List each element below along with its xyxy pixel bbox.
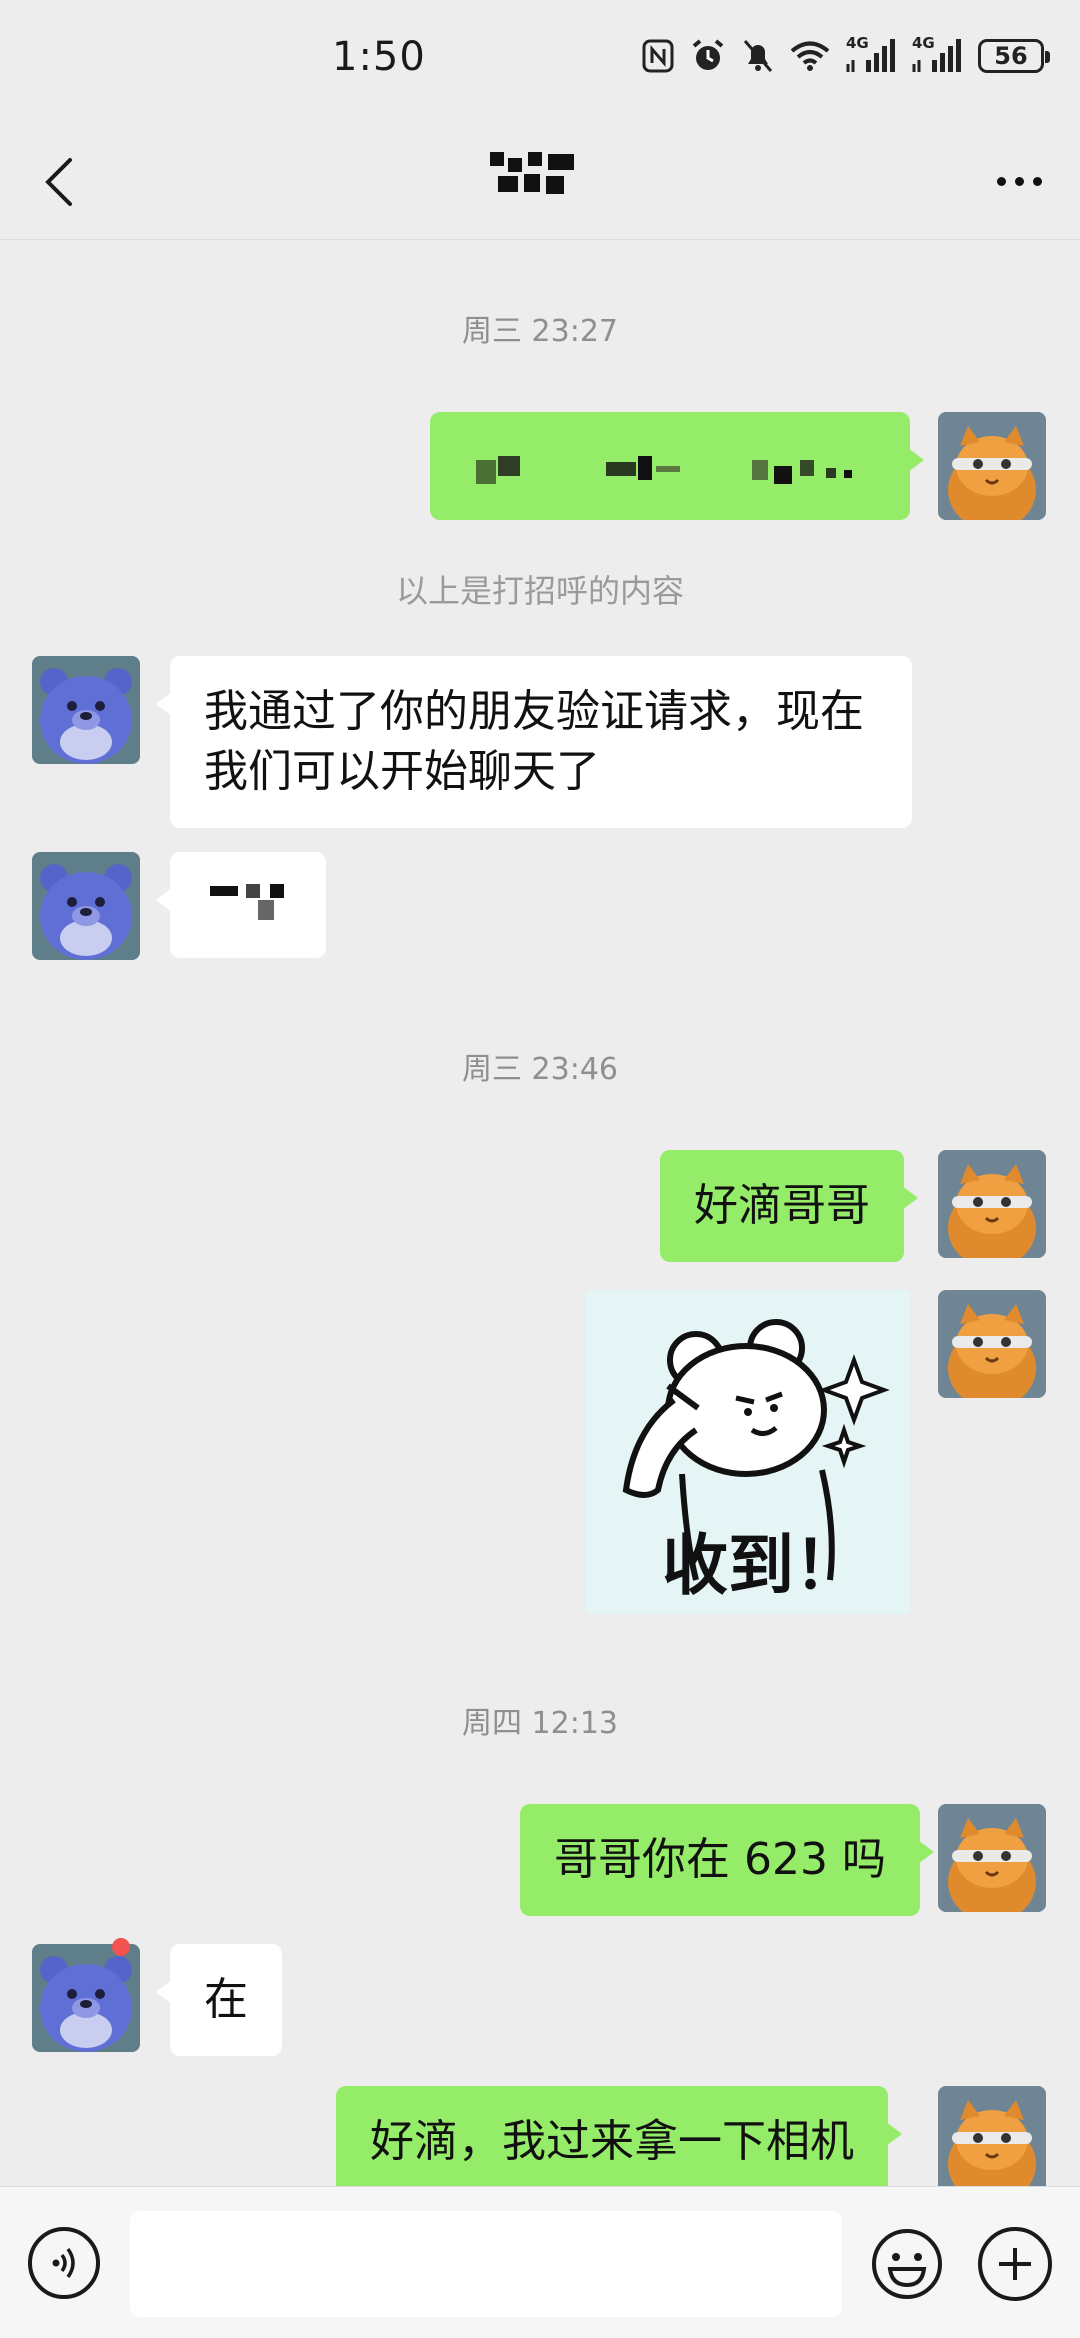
cat-avatar-icon — [938, 1150, 1046, 1258]
censored-text — [210, 884, 284, 920]
message-bubble[interactable]: 好滴，我过来拿一下相机 — [336, 2086, 902, 2198]
my-avatar[interactable] — [938, 1804, 1046, 1912]
my-avatar[interactable] — [938, 2086, 1046, 2186]
message-bubble-censored[interactable] — [430, 412, 924, 520]
nfc-icon — [642, 39, 674, 73]
plus-button[interactable] — [978, 2227, 1052, 2301]
wifi-icon — [790, 41, 830, 71]
cat-avatar-icon — [938, 2086, 1046, 2186]
emoji-button[interactable] — [870, 2227, 944, 2301]
bear-avatar-icon — [32, 852, 140, 960]
message-bubble[interactable]: 好滴哥哥 — [660, 1150, 918, 1262]
timestamp: 周四 12:13 — [462, 1706, 618, 1741]
signal-2-icon: 4G — [912, 34, 962, 74]
my-avatar[interactable] — [938, 1290, 1046, 1398]
back-button[interactable] — [26, 146, 96, 216]
contact-avatar[interactable] — [32, 656, 140, 764]
sticker-message[interactable]: 收到！ — [586, 1290, 910, 1614]
voice-button[interactable] — [28, 2227, 100, 2299]
status-time: 1:50 — [332, 34, 426, 80]
signal-1-icon: 4G — [846, 34, 896, 74]
more-dot — [996, 176, 1006, 186]
my-avatar[interactable] — [938, 412, 1046, 520]
alarm-icon — [692, 39, 724, 70]
cat-avatar-icon — [938, 1804, 1046, 1912]
network-type-2: 4G — [912, 34, 935, 52]
censored-text — [476, 456, 852, 484]
more-dot — [1014, 176, 1024, 186]
status-icons: 4G 4G 56 — [642, 34, 1050, 74]
timestamp: 周三 23:27 — [462, 314, 618, 349]
contact-name-censored — [490, 152, 574, 194]
plus-icon — [999, 2248, 1031, 2280]
contact-avatar[interactable] — [32, 852, 140, 960]
unread-dot — [112, 1938, 130, 1956]
battery-indicator: 56 — [978, 39, 1050, 73]
voice-icon — [52, 2247, 75, 2279]
bear-avatar-icon — [32, 656, 140, 764]
message-bubble[interactable]: 在 — [156, 1944, 282, 2056]
more-dot — [1032, 176, 1042, 186]
message-input[interactable] — [130, 2211, 842, 2317]
message-bubble-censored[interactable] — [156, 852, 326, 958]
emoji-icon — [872, 2229, 942, 2299]
timestamp: 周三 23:46 — [462, 1052, 618, 1087]
system-note: 以上是打招呼的内容 — [395, 572, 684, 610]
chevron-left-icon — [45, 158, 72, 206]
message-bubble[interactable]: 哥哥你在 623 吗 — [520, 1804, 934, 1916]
bear-avatar-icon — [32, 1944, 140, 2052]
cat-avatar-icon — [938, 1290, 1046, 1398]
status-bar: 1:50 4G 4G 56 — [0, 0, 1080, 120]
network-type-1: 4G — [846, 34, 869, 52]
sticker-caption: 收到！ — [662, 1527, 860, 1604]
contact-avatar[interactable] — [32, 1938, 140, 2052]
message-bubble[interactable]: 我通过了你的朋友验证请求，现在我们可以开始聊天了 — [156, 656, 912, 828]
input-bar — [0, 2186, 1080, 2338]
my-avatar[interactable] — [938, 1150, 1046, 1258]
cat-avatar-icon — [938, 412, 1046, 520]
more-button[interactable] — [984, 146, 1054, 216]
mute-bell-icon — [743, 40, 773, 72]
